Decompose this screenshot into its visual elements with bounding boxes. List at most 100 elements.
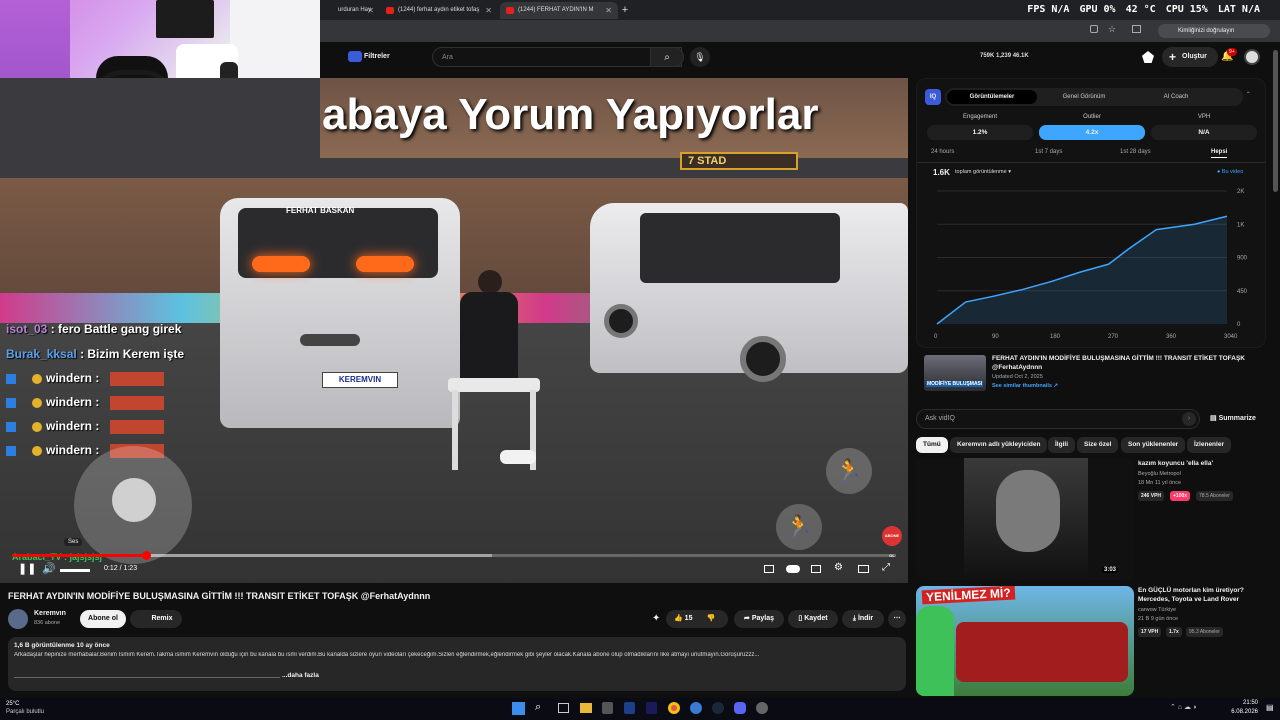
star-icon[interactable]: ☆ <box>1108 24 1116 35</box>
extensions-icon[interactable] <box>1132 25 1141 33</box>
vidiq-extension-icon[interactable] <box>1142 51 1154 63</box>
run-icon[interactable]: 🏃 <box>826 448 872 494</box>
avatar[interactable] <box>1244 49 1260 65</box>
fullscreen-icon[interactable]: ⤢ <box>882 562 890 573</box>
rec-title[interactable]: kazım koyuncu 'ella ella' <box>1138 459 1213 468</box>
chevron-up-icon[interactable]: ˆ <box>1247 91 1250 100</box>
similar-thumbnails-link[interactable]: See similar thumbnails ↗ <box>992 383 1058 389</box>
profile-button[interactable]: Kimliğinizi doğrulayın <box>1158 24 1270 38</box>
start-icon[interactable] <box>512 702 525 715</box>
search-icon[interactable]: ⌕ <box>650 47 684 67</box>
steam-icon[interactable] <box>712 702 724 714</box>
tab-ai-coach[interactable]: AI Coach <box>1131 90 1221 104</box>
chip-all[interactable]: Tümü <box>916 437 948 453</box>
perf-overlay: FPS N/A GPU 0% 42 °C CPU 15% LAT N/A <box>1027 0 1270 20</box>
chat-message: windern : <box>46 371 99 385</box>
ask-vidiq-input[interactable]: Ask vidIQ <box>916 409 1200 429</box>
scrollbar[interactable] <box>1273 50 1278 192</box>
folder-icon[interactable] <box>580 703 592 713</box>
premiere-icon[interactable] <box>646 702 657 714</box>
tab-overview[interactable]: Genel Görünüm <box>1039 90 1129 104</box>
obs-icon[interactable] <box>756 702 768 714</box>
vidiq-icon <box>348 51 362 62</box>
range-24h[interactable]: 24 hours <box>931 149 954 155</box>
chip-recent[interactable]: Son yüklenenler <box>1121 437 1186 453</box>
rec-title[interactable]: En GÜÇLÜ motorlan kim üretiyor? Mercedes… <box>1138 586 1268 604</box>
miniplayer-icon[interactable] <box>858 565 869 573</box>
settings-icon[interactable]: ⚙ <box>834 562 843 573</box>
close-icon[interactable]: ✕ <box>485 2 492 19</box>
search-taskbar-icon[interactable]: ⌕ <box>535 701 541 714</box>
range-all[interactable]: Hepsi <box>1211 149 1228 158</box>
subs-badge: 95.3 Aboneler <box>1186 627 1223 637</box>
chip-watched[interactable]: İzlenenler <box>1187 437 1231 453</box>
new-tab-button[interactable]: + <box>618 2 632 19</box>
channel-avatar[interactable] <box>8 609 28 629</box>
sprint-icon[interactable]: 🏃 <box>776 504 822 550</box>
browser-tab-active[interactable]: (1244) FERHAT AYDIN'IN M ✕ <box>500 2 618 19</box>
rec-thumbnail[interactable]: 3:03 <box>916 458 1134 580</box>
volume-slider[interactable] <box>60 569 90 572</box>
subs-badge: 78.5 Aboneler <box>1196 491 1233 501</box>
browser-tab[interactable]: urduran Hay ✕ <box>320 2 380 19</box>
remix-button[interactable]: Remix <box>130 610 182 628</box>
chrome-icon[interactable] <box>668 702 680 714</box>
notification-center-icon[interactable]: ▤ <box>1266 703 1274 712</box>
rec-channel[interactable]: carwow Türkiye <box>1138 607 1176 613</box>
subscribe-watermark[interactable]: ABONE OL <box>882 526 902 558</box>
video-player[interactable]: abaya Yorum Yapıyorlar 7 STAD FERHAT BAS… <box>0 78 908 583</box>
badge-icon <box>32 374 42 384</box>
tab-views[interactable]: Görüntülemeler <box>947 90 1037 104</box>
vidiq-logo-icon: IQ <box>925 89 941 105</box>
summarize-button[interactable]: ▤ Summarize <box>1210 414 1256 422</box>
save-button[interactable]: ▯ Kaydet <box>788 610 838 628</box>
chip-related[interactable]: İlgili <box>1048 437 1075 453</box>
divider <box>14 677 280 678</box>
subtitles-icon[interactable] <box>811 565 821 573</box>
video-thumbnail[interactable]: MODİFİYE BULUŞMASI <box>924 355 986 391</box>
download-button[interactable]: ⤓ İndir <box>842 610 884 628</box>
clock-date: 6.08.2026 <box>1231 709 1258 715</box>
joystick-knob[interactable] <box>112 478 156 522</box>
chip-uploader[interactable]: Keremvın adlı yükleyiciden <box>950 437 1048 453</box>
close-icon[interactable]: ✕ <box>367 2 374 19</box>
filters-button[interactable]: Filtreler <box>364 53 390 60</box>
range-7d[interactable]: 1st 7 days <box>1035 149 1062 155</box>
progress-scrubber[interactable] <box>142 551 151 560</box>
channel-name[interactable]: Keremvın <box>34 610 66 617</box>
share-icon[interactable] <box>1090 25 1098 33</box>
views-dropdown[interactable]: toplam görüntülenme ▾ <box>955 169 1011 175</box>
search-input[interactable]: Ara <box>432 47 682 67</box>
rec-channel[interactable]: Beyoğlu Metropol <box>1138 471 1181 477</box>
chip-for-you[interactable]: Size özel <box>1077 437 1119 453</box>
video-title: FERHAT AYDIN'IN MODİFİYE BULUŞMASINA GİT… <box>8 591 431 601</box>
pause-icon[interactable]: ❚❚ <box>18 562 36 575</box>
microphone-icon[interactable]: 🎙 <box>690 47 710 67</box>
create-button[interactable]: + Oluştur <box>1162 47 1218 67</box>
show-more-button[interactable]: ...daha fazla <box>282 672 319 679</box>
discord-icon[interactable] <box>734 702 746 714</box>
address-bar[interactable]: ☆ Kimliğinizi doğrulayın <box>320 20 1280 42</box>
y-tick-label: 2K <box>1237 189 1244 195</box>
van-window <box>640 213 840 283</box>
badge-icon <box>32 422 42 432</box>
send-icon[interactable]: › <box>1182 412 1196 426</box>
autoplay-toggle[interactable] <box>786 565 800 573</box>
app-icon[interactable] <box>602 702 613 714</box>
tray-icons[interactable]: ⌃ ⌂ ☁ ◗ <box>1170 703 1197 711</box>
browser-tab[interactable]: (1244) ferhat aydın etiket tofaş ✕ <box>380 2 498 19</box>
share-button[interactable]: ➦ Paylaş <box>734 610 784 628</box>
task-view-icon[interactable] <box>558 703 569 713</box>
app-icon[interactable] <box>690 702 702 714</box>
volume-icon[interactable]: 🔊 <box>42 562 56 575</box>
rec-thumbnail[interactable]: YENİLMEZ Mİ? <box>916 586 1134 696</box>
subscribe-button[interactable]: Abone ol <box>80 610 126 628</box>
like-button[interactable]: 👍 15 👎 <box>666 610 728 628</box>
vidiq-action-icon[interactable]: ✦ <box>652 613 660 624</box>
vidiq-player-icon[interactable] <box>764 565 774 573</box>
description-box[interactable]: 1,6 B görüntülenme 10 ay önce Arkadaşlar… <box>8 637 906 691</box>
photoshop-icon[interactable] <box>624 702 635 714</box>
close-icon[interactable]: ✕ <box>605 2 612 19</box>
range-28d[interactable]: 1st 28 days <box>1120 149 1151 155</box>
more-options-icon[interactable]: ⋯ <box>888 610 906 628</box>
